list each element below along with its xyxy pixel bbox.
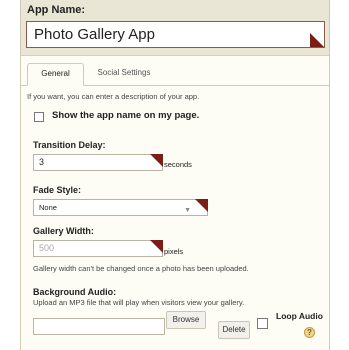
corner-accent-icon <box>150 154 163 167</box>
chevron-down-icon: ▼ <box>184 207 191 214</box>
help-icon[interactable]: ? <box>304 327 315 338</box>
seconds-unit: seconds <box>164 160 192 169</box>
app-settings-panel: App Name: Photo Gallery App General Soci… <box>20 0 330 350</box>
background-audio-note: Upload an MP3 file that will play when v… <box>33 298 245 307</box>
gallery-width-label: Gallery Width: <box>33 226 94 236</box>
app-name-value: Photo Gallery App <box>34 26 155 43</box>
corner-accent-icon <box>195 199 208 212</box>
tab-bar: General Social Settings <box>21 63 329 86</box>
transition-delay-value: 3 <box>39 157 45 167</box>
tab-social-settings[interactable]: Social Settings <box>89 63 159 85</box>
show-name-checkbox[interactable] <box>34 112 44 122</box>
app-name-label: App Name: <box>27 4 86 16</box>
background-audio-label: Background Audio: <box>33 287 117 297</box>
gallery-width-note: Gallery width can't be changed once a ph… <box>33 264 249 273</box>
fade-style-label: Fade Style: <box>33 185 82 195</box>
fade-style-select[interactable]: None ▼ <box>33 199 208 216</box>
transition-delay-label: Transition Delay: <box>33 140 106 150</box>
browse-button[interactable]: Browse <box>166 311 206 329</box>
tab-general[interactable]: General <box>27 63 84 86</box>
show-name-label: Show the app name on my page. <box>52 110 200 121</box>
audio-file-input[interactable] <box>33 318 165 335</box>
transition-delay-input[interactable]: 3 <box>33 154 163 171</box>
app-name-header: App Name: Photo Gallery App <box>21 0 329 56</box>
loop-audio-checkbox[interactable] <box>257 318 268 329</box>
description-hint: If you want, you can enter a description… <box>27 92 200 101</box>
pixels-unit: pixels <box>164 247 184 256</box>
gallery-width-value: 500 <box>39 243 55 253</box>
app-name-input[interactable]: Photo Gallery App <box>26 21 325 48</box>
corner-accent-icon <box>310 33 324 47</box>
corner-accent-icon <box>150 240 163 253</box>
delete-button[interactable]: Delete <box>218 321 250 339</box>
gallery-width-input[interactable]: 500 <box>33 240 163 257</box>
fade-style-value: None <box>39 203 57 212</box>
loop-audio-label: Loop Audio <box>276 311 323 321</box>
